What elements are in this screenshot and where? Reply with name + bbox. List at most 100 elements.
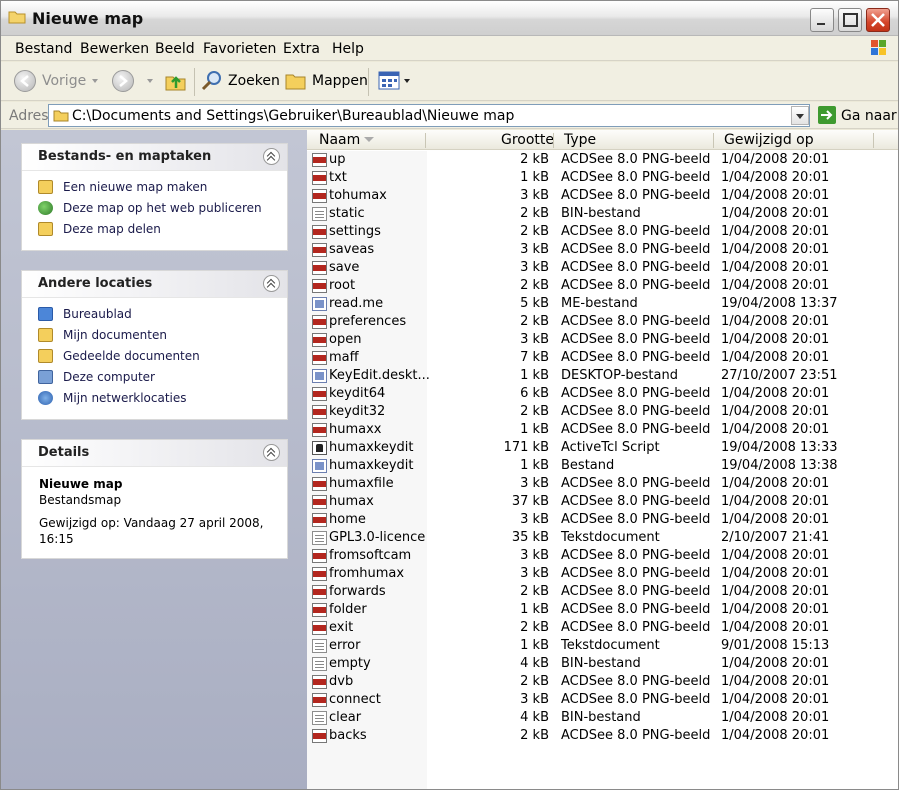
file-row[interactable]: keydit64 6 kB ACDSee 8.0 PNG-beeld 1/04/200… — [307, 385, 898, 403]
file-row[interactable]: fromhumax 3 kB ACDSee 8.0 PNG-beeld 1/04/20… — [307, 565, 898, 583]
file-row[interactable]: humax 37 kB ACDSee 8.0 PNG-beeld 1/04/2008 … — [307, 493, 898, 511]
collapse-icon[interactable] — [263, 148, 280, 165]
png-file-icon — [312, 279, 327, 293]
title-bar[interactable]: Nieuwe map — [1, 1, 898, 36]
file-list[interactable]: Naam Grootte Type Gewijzigd op up 2 kB ACD… — [307, 130, 898, 789]
file-row[interactable]: settings 2 kB ACDSee 8.0 PNG-beeld 1/04/200… — [307, 223, 898, 241]
file-row[interactable]: read.me 5 kB ME-bestand 19/04/2008 13:37 — [307, 295, 898, 313]
other-places-header[interactable]: Andere locaties — [22, 271, 287, 298]
png-file-icon — [312, 153, 327, 167]
minimize-button[interactable] — [810, 8, 834, 32]
file-row[interactable]: backs 2 kB ACDSee 8.0 PNG-beeld 1/04/2008 2… — [307, 727, 898, 745]
file-row[interactable]: up 2 kB ACDSee 8.0 PNG-beeld 1/04/2008 20:0… — [307, 151, 898, 169]
png-file-icon — [312, 675, 327, 689]
collapse-icon[interactable] — [263, 444, 280, 461]
file-row[interactable]: humaxkeydit 171 kB ActiveTcl Script 19/04/2… — [307, 439, 898, 457]
file-type: DESKTOP-bestand — [561, 368, 678, 383]
file-row[interactable]: empty 4 kB BIN-bestand 1/04/2008 20:01 — [307, 655, 898, 673]
go-button[interactable]: Ga naar — [841, 108, 897, 124]
folder-up-icon[interactable] — [164, 69, 188, 93]
png-file-icon — [312, 495, 327, 509]
file-size: 4 kB — [520, 710, 549, 725]
share-folder-icon — [38, 222, 53, 236]
file-row[interactable]: txt 1 kB ACDSee 8.0 PNG-beeld 1/04/2008 20:… — [307, 169, 898, 187]
menu-bewerken[interactable]: Bewerken — [80, 41, 149, 57]
file-row[interactable]: error 1 kB Tekstdocument 9/01/2008 15:13 — [307, 637, 898, 655]
file-tasks-header[interactable]: Bestands- en maptaken — [22, 144, 287, 171]
file-row[interactable]: home 3 kB ACDSee 8.0 PNG-beeld 1/04/2008 20… — [307, 511, 898, 529]
file-row[interactable]: humaxx 1 kB ACDSee 8.0 PNG-beeld 1/04/2008 … — [307, 421, 898, 439]
file-row[interactable]: preferences 2 kB ACDSee 8.0 PNG-beeld 1/04/… — [307, 313, 898, 331]
task-label: Deze map op het web publiceren — [63, 201, 262, 215]
search-button[interactable]: Zoeken — [228, 73, 280, 89]
column-divider[interactable] — [713, 133, 714, 148]
file-type: ACDSee 8.0 PNG-beeld — [561, 422, 711, 437]
file-row[interactable]: forwards 2 kB ACDSee 8.0 PNG-beeld 1/04/200… — [307, 583, 898, 601]
file-row[interactable]: static 2 kB BIN-bestand 1/04/2008 20:01 — [307, 205, 898, 223]
address-input[interactable]: C:\Documents and Settings\Gebruiker\Bure… — [48, 104, 810, 127]
back-arrow-icon[interactable] — [14, 70, 36, 92]
file-row[interactable]: save 3 kB ACDSee 8.0 PNG-beeld 1/04/2008 20… — [307, 259, 898, 277]
shared-folder-icon — [38, 349, 53, 363]
close-button[interactable] — [866, 8, 890, 32]
column-name[interactable]: Naam — [319, 132, 360, 148]
file-row[interactable]: dvb 2 kB ACDSee 8.0 PNG-beeld 1/04/2008 20:… — [307, 673, 898, 691]
file-row[interactable]: folder 1 kB ACDSee 8.0 PNG-beeld 1/04/2008 … — [307, 601, 898, 619]
details-type: Bestandsmap — [39, 493, 122, 507]
column-type[interactable]: Type — [564, 132, 596, 148]
menu-favorieten[interactable]: Favorieten — [203, 41, 276, 57]
file-type: ACDSee 8.0 PNG-beeld — [561, 152, 711, 167]
file-row[interactable]: exit 2 kB ACDSee 8.0 PNG-beeld 1/04/2008 20… — [307, 619, 898, 637]
script-file-icon — [312, 441, 327, 455]
file-row[interactable]: clear 4 kB BIN-bestand 1/04/2008 20:01 — [307, 709, 898, 727]
file-size: 2 kB — [520, 584, 549, 599]
file-type: ACDSee 8.0 PNG-beeld — [561, 278, 711, 293]
file-row[interactable]: humaxkeydit 1 kB Bestand 19/04/2008 13:38 — [307, 457, 898, 475]
column-divider[interactable] — [553, 133, 554, 148]
maximize-button[interactable] — [838, 8, 862, 32]
address-dropdown-button[interactable] — [791, 106, 809, 125]
system-file-icon — [312, 297, 327, 311]
menu-help[interactable]: Help — [332, 41, 364, 57]
file-row[interactable]: tohumax 3 kB ACDSee 8.0 PNG-beeld 1/04/2008… — [307, 187, 898, 205]
folders-button[interactable]: Mappen — [312, 73, 368, 89]
file-size: 2 kB — [520, 206, 549, 221]
task-pane: Bestands- en maptaken Een nieuwe map mak… — [1, 130, 307, 789]
file-name: static — [329, 206, 365, 221]
views-dropdown-icon[interactable] — [404, 79, 410, 83]
forward-dropdown-icon[interactable] — [147, 79, 153, 83]
file-row[interactable]: root 2 kB ACDSee 8.0 PNG-beeld 1/04/2008 20… — [307, 277, 898, 295]
file-row[interactable]: humaxfile 3 kB ACDSee 8.0 PNG-beeld 1/04/20… — [307, 475, 898, 493]
collapse-icon[interactable] — [263, 275, 280, 292]
file-modified: 9/01/2008 15:13 — [721, 638, 830, 653]
file-name: keydit64 — [329, 386, 386, 401]
column-divider[interactable] — [425, 133, 426, 148]
file-row[interactable]: maff 7 kB ACDSee 8.0 PNG-beeld 1/04/2008 20… — [307, 349, 898, 367]
details-header[interactable]: Details — [22, 440, 287, 467]
search-icon[interactable] — [201, 70, 223, 92]
menu-bestand[interactable]: Bestand — [15, 41, 72, 57]
explorer-window: Nieuwe map Bestand Bewerken Beeld Favori… — [0, 0, 899, 790]
file-row[interactable]: fromsoftcam 3 kB ACDSee 8.0 PNG-beeld 1/04/… — [307, 547, 898, 565]
menu-extra[interactable]: Extra — [283, 41, 320, 57]
back-button[interactable]: Vorige — [42, 73, 86, 89]
file-row[interactable]: keydit32 2 kB ACDSee 8.0 PNG-beeld 1/04/200… — [307, 403, 898, 421]
back-dropdown-icon[interactable] — [92, 79, 98, 83]
desktop-icon — [38, 307, 53, 321]
file-row[interactable]: connect 3 kB ACDSee 8.0 PNG-beeld 1/04/2008… — [307, 691, 898, 709]
file-row[interactable]: saveas 3 kB ACDSee 8.0 PNG-beeld 1/04/2008 … — [307, 241, 898, 259]
file-row[interactable]: open 3 kB ACDSee 8.0 PNG-beeld 1/04/2008 20… — [307, 331, 898, 349]
png-file-icon — [312, 729, 327, 743]
other-places-panel: Andere locaties Bureaublad Mijn document… — [21, 270, 288, 420]
file-row[interactable]: KeyEdit.deskt... 1 kB DESKTOP-bestand 27/10… — [307, 367, 898, 385]
folders-icon[interactable] — [285, 71, 307, 91]
forward-arrow-icon[interactable] — [112, 70, 134, 92]
go-arrow-icon[interactable] — [818, 106, 836, 124]
column-divider[interactable] — [873, 133, 874, 148]
file-row[interactable]: GPL3.0-licence 35 kB Tekstdocument 2/10/200… — [307, 529, 898, 547]
views-icon[interactable] — [378, 71, 400, 91]
column-modified[interactable]: Gewijzigd op — [724, 132, 814, 148]
menu-beeld[interactable]: Beeld — [155, 41, 195, 57]
file-type: ACDSee 8.0 PNG-beeld — [561, 728, 711, 743]
column-size[interactable]: Grootte — [501, 132, 554, 148]
